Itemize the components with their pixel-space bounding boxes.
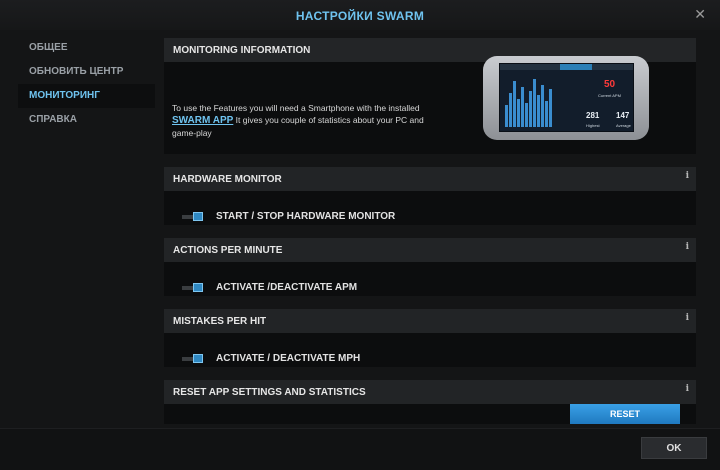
knob bbox=[193, 212, 203, 221]
chart-bar bbox=[533, 79, 536, 127]
phone-chart bbox=[505, 79, 552, 127]
knob bbox=[193, 283, 203, 292]
reset-button[interactable]: RESET bbox=[570, 404, 680, 424]
screen-tab bbox=[560, 64, 592, 70]
panel-title: RESET APP SETTINGS AND STATISTICS bbox=[164, 380, 696, 404]
highest-apm-label: Highest bbox=[586, 123, 600, 128]
mph-panel: MISTAKES PER HIT i ACTIVATE / DEACTIVATE… bbox=[164, 309, 696, 367]
description-text: To use the Features you will need a Smar… bbox=[172, 103, 420, 113]
swarm-app-link[interactable]: SWARM APP bbox=[172, 115, 233, 126]
window-title: НАСТРОЙКИ SWARM bbox=[295, 9, 425, 23]
chart-bar bbox=[517, 99, 520, 127]
knob bbox=[193, 354, 203, 363]
monitoring-info-panel: MONITORING INFORMATION To use the Featur… bbox=[164, 38, 696, 154]
title-bar: НАСТРОЙКИ SWARM ✕ bbox=[0, 0, 720, 30]
sidebar: ОБЩЕЕ ОБНОВИТЬ ЦЕНТР МОНИТОРИНГ СПРАВКА bbox=[18, 36, 155, 132]
sidebar-item-general[interactable]: ОБЩЕЕ bbox=[18, 36, 155, 60]
close-icon[interactable]: ✕ bbox=[694, 6, 706, 23]
sidebar-item-update-center[interactable]: ОБНОВИТЬ ЦЕНТР bbox=[18, 60, 155, 84]
info-icon[interactable]: i bbox=[686, 242, 689, 252]
chart-bar bbox=[513, 81, 516, 127]
current-apm-value: 50 bbox=[604, 79, 616, 90]
chart-bar bbox=[529, 91, 532, 127]
average-apm-label: Average bbox=[616, 123, 631, 128]
chart-bar bbox=[545, 101, 548, 127]
ok-button[interactable]: OK bbox=[641, 437, 707, 459]
highest-apm-value: 281 bbox=[586, 111, 600, 120]
chart-bar bbox=[537, 95, 540, 127]
monitoring-description: To use the Features you will need a Smar… bbox=[172, 102, 442, 139]
chart-bar bbox=[509, 93, 512, 127]
mph-toggle[interactable] bbox=[182, 354, 204, 363]
panel-title: MISTAKES PER HIT bbox=[164, 309, 696, 333]
apm-toggle[interactable] bbox=[182, 283, 204, 292]
toggle-label: ACTIVATE / DEACTIVATE MPH bbox=[216, 353, 361, 364]
chart-bar bbox=[541, 85, 544, 127]
footer: OK bbox=[0, 428, 720, 470]
settings-content: MONITORING INFORMATION To use the Featur… bbox=[164, 32, 696, 424]
toggle-label: START / STOP HARDWARE MONITOR bbox=[216, 211, 396, 222]
sidebar-item-help[interactable]: СПРАВКА bbox=[18, 108, 155, 132]
chart-bar bbox=[549, 89, 552, 127]
info-icon[interactable]: i bbox=[686, 313, 689, 323]
current-apm-label: Current APM bbox=[598, 93, 621, 98]
panel-title: HARDWARE MONITOR bbox=[164, 167, 696, 191]
hardware-monitor-toggle[interactable] bbox=[182, 212, 204, 221]
toggle-label: ACTIVATE /DEACTIVATE APM bbox=[216, 282, 358, 293]
sidebar-item-monitoring[interactable]: МОНИТОРИНГ bbox=[18, 84, 155, 108]
chart-bar bbox=[505, 105, 508, 127]
apm-panel: ACTIONS PER MINUTE i ACTIVATE /DEACTIVAT… bbox=[164, 238, 696, 296]
chart-bar bbox=[521, 87, 524, 127]
info-icon[interactable]: i bbox=[686, 171, 689, 181]
phone-screen: 50 Current APM 281 Highest 147 Average bbox=[499, 63, 634, 132]
smartphone-illustration: 50 Current APM 281 Highest 147 Average bbox=[483, 56, 649, 140]
info-icon[interactable]: i bbox=[686, 384, 689, 394]
reset-panel: RESET APP SETTINGS AND STATISTICS i RESE… bbox=[164, 380, 696, 424]
chart-bar bbox=[525, 103, 528, 127]
hardware-monitor-panel: HARDWARE MONITOR i START / STOP HARDWARE… bbox=[164, 167, 696, 225]
panel-title: ACTIONS PER MINUTE bbox=[164, 238, 696, 262]
average-apm-value: 147 bbox=[616, 111, 630, 120]
